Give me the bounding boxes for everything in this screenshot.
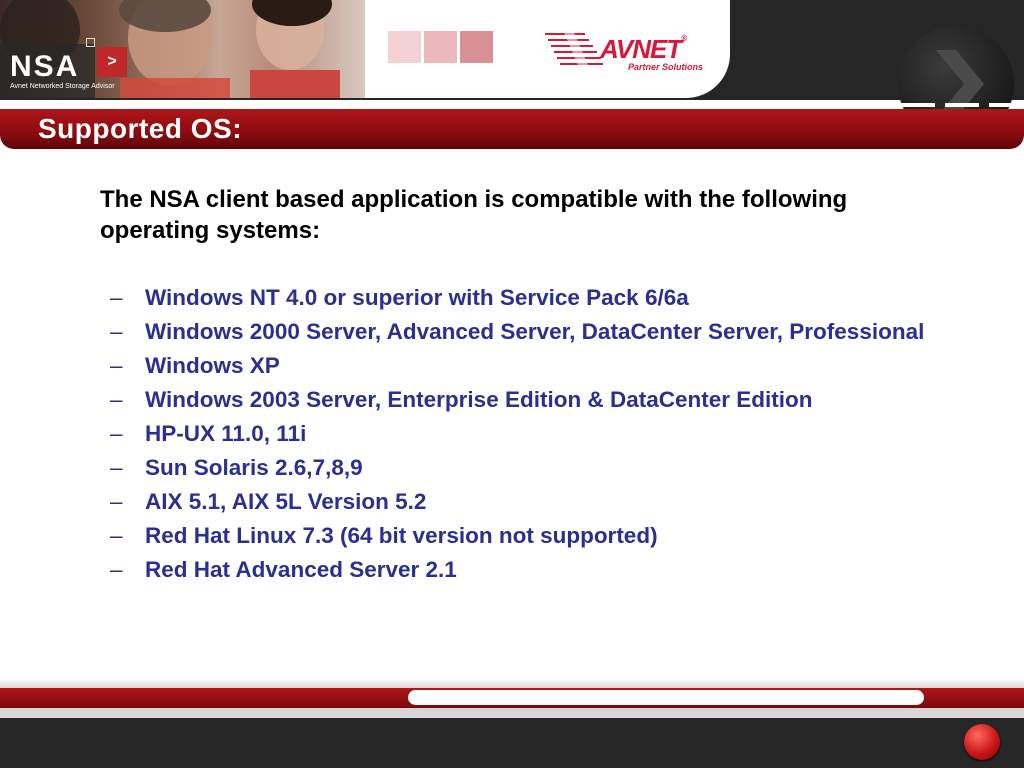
separator-dash xyxy=(588,103,703,107)
list-item-text: Sun Solaris 2.6,7,8,9 xyxy=(145,455,363,480)
bullet-dash: – xyxy=(110,387,123,412)
list-item-text: Windows XP xyxy=(145,353,280,378)
color-swatch-dark xyxy=(460,31,493,63)
footer-progress-pill xyxy=(408,690,924,705)
avnet-brand-name: AVNET® xyxy=(600,34,687,64)
separator-dash xyxy=(945,103,979,107)
footer-light-band xyxy=(0,708,1024,718)
logo-square-icon xyxy=(86,38,95,47)
separator-dash xyxy=(0,103,576,107)
bullet-dash: – xyxy=(110,421,123,446)
bullet-dash: – xyxy=(110,455,123,480)
list-item: – Windows 2000 Server, Advanced Server, D… xyxy=(110,318,930,345)
separator-dash xyxy=(810,103,875,107)
list-item: – Windows NT 4.0 or superior with Service… xyxy=(110,284,930,311)
slide-title: Supported OS: xyxy=(38,113,243,144)
list-item: – HP-UX 11.0, 11i xyxy=(110,420,930,447)
separator-dash xyxy=(989,103,1013,107)
list-item-text: Windows 2000 Server, Advanced Server, Da… xyxy=(145,319,925,344)
bullet-dash: – xyxy=(110,319,123,344)
color-swatch-light xyxy=(388,31,421,63)
os-list: – Windows NT 4.0 or superior with Service… xyxy=(110,284,930,590)
nsa-logo-subtitle: Avnet Networked Storage Advisor xyxy=(10,83,115,90)
list-item-text: HP-UX 11.0, 11i xyxy=(145,421,307,446)
avnet-logo-icon xyxy=(545,30,603,72)
logo-arrow-icon: > xyxy=(97,47,127,77)
bullet-dash: – xyxy=(110,489,123,514)
list-item: – AIX 5.1, AIX 5L Version 5.2 xyxy=(110,488,930,515)
next-slide-button[interactable] xyxy=(964,724,1000,760)
list-item: – Windows 2003 Server, Enterprise Edition… xyxy=(110,386,930,413)
color-swatch-medium xyxy=(424,31,457,63)
list-item: – Windows XP xyxy=(110,352,930,379)
list-item-text: Windows NT 4.0 or superior with Service … xyxy=(145,285,689,310)
footer-background xyxy=(0,718,1024,768)
bullet-dash: – xyxy=(110,285,123,310)
list-item-text: Windows 2003 Server, Enterprise Edition … xyxy=(145,387,813,412)
intro-paragraph: The NSA client based application is comp… xyxy=(100,186,848,244)
nsa-logo: NSA xyxy=(10,50,80,83)
separator-dash xyxy=(885,103,935,107)
separator-dash xyxy=(713,103,800,107)
list-item: – Red Hat Linux 7.3 (64 bit version not s… xyxy=(110,522,930,549)
bullet-dash: – xyxy=(110,557,123,582)
list-item: – Sun Solaris 2.6,7,8,9 xyxy=(110,454,930,481)
avnet-brand-subtitle: Partner Solutions xyxy=(628,62,704,72)
bullet-dash: – xyxy=(110,353,123,378)
list-item: – Red Hat Advanced Server 2.1 xyxy=(110,556,930,583)
list-item-text: Red Hat Advanced Server 2.1 xyxy=(145,557,457,582)
list-item-text: Red Hat Linux 7.3 (64 bit version not su… xyxy=(145,523,658,548)
list-item-text: AIX 5.1, AIX 5L Version 5.2 xyxy=(145,489,427,514)
bullet-dash: – xyxy=(110,523,123,548)
